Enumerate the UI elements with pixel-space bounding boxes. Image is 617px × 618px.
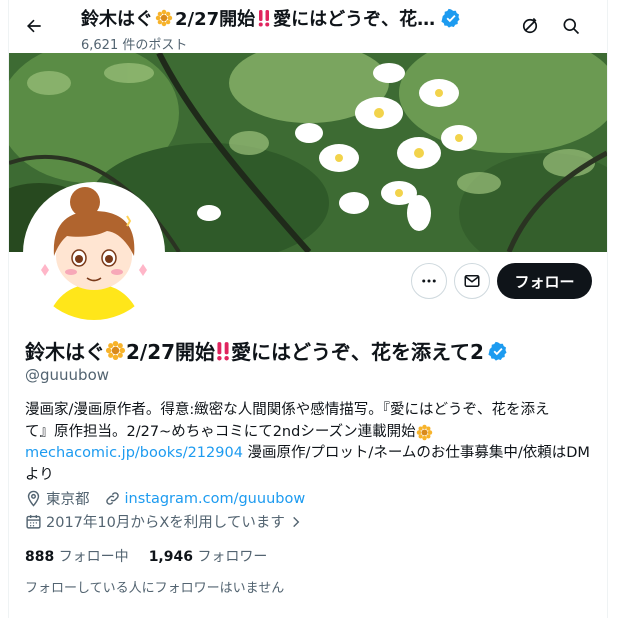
search-button[interactable] xyxy=(554,9,588,43)
bio-line-4: より xyxy=(25,466,54,483)
name-part1: 鈴木はぐ xyxy=(25,340,105,364)
profile-handle: @guuubow xyxy=(25,366,110,384)
joined-text: 2017年10月からXを利用しています xyxy=(46,515,285,531)
profile-meta-row: 東京都 instagram.com/guuubow xyxy=(25,488,305,509)
avatar[interactable] xyxy=(23,182,165,324)
mutual-followers-note: フォローしている人にフォロワーはいません xyxy=(25,581,285,596)
more-icon xyxy=(422,279,436,283)
verified-badge-icon xyxy=(441,8,460,28)
following-count: 888 xyxy=(25,549,55,565)
chevron-right-icon xyxy=(293,516,300,527)
sunflower-emoji xyxy=(155,9,173,27)
header-name-part3: 愛にはどうぞ、花… xyxy=(273,9,436,30)
back-button[interactable] xyxy=(17,9,51,43)
bio-line-2-text: て』原作担当。2/27~めちゃコミにて2ndシーズン連載開始 xyxy=(25,423,416,440)
profile-column: 鈴木はぐ 2/27開始 愛にはどうぞ、花… 6,621 件のポスト フォロー 鈴… xyxy=(8,0,608,618)
avatar-illustration xyxy=(27,186,161,320)
location-text: 東京都 xyxy=(46,492,90,508)
followers-count: 1,946 xyxy=(148,549,193,565)
post-count: 6,621 件のポスト xyxy=(81,38,188,53)
link-icon xyxy=(105,492,119,505)
header-display-name: 鈴木はぐ xyxy=(81,9,153,30)
double-exclamation-emoji xyxy=(258,10,270,27)
sunflower-emoji xyxy=(416,424,432,440)
search-icon xyxy=(563,18,580,35)
more-button[interactable] xyxy=(411,263,447,299)
bio-line-2: て』原作担当。2/27~めちゃコミにて2ndシーズン連載開始 xyxy=(25,422,595,444)
sunflower-emoji xyxy=(105,340,126,361)
joined-row[interactable]: 2017年10月からXを利用しています xyxy=(25,511,303,532)
website-link[interactable]: instagram.com/guuubow xyxy=(125,491,306,507)
back-arrow-icon xyxy=(27,19,41,33)
followers-label: フォロワー xyxy=(197,549,268,565)
follow-button[interactable]: フォロー xyxy=(497,263,592,299)
name-part3: 愛にはどうぞ、花を添えて2 xyxy=(231,340,484,364)
name-part2: 2/27開始 xyxy=(126,340,216,364)
double-exclamation-emoji xyxy=(217,341,229,360)
followers-stat[interactable]: 1,946 フォロワー xyxy=(149,546,268,566)
bio-link[interactable]: mechacomic.jp/books/212904 xyxy=(25,445,243,461)
header-name-part2: 2/27開始 xyxy=(175,9,256,30)
follow-stats: 888 フォロー中 1,946 フォロワー xyxy=(25,546,267,566)
following-label: フォロー中 xyxy=(58,549,129,565)
verified-badge-icon xyxy=(488,341,507,361)
profile-display-name: 鈴木はぐ 2/27開始 愛にはどうぞ、花を添えて2 xyxy=(25,336,508,365)
shield-slash-icon xyxy=(522,17,538,34)
header-title: 鈴木はぐ 2/27開始 愛にはどうぞ、花… xyxy=(81,5,461,31)
message-icon xyxy=(464,275,480,287)
bio-line-1: 漫画家/漫画原作者。得意:緻密な人間関係や感情描写。『愛にはどうぞ、花を添え xyxy=(25,402,550,418)
top-header: 鈴木はぐ 2/27開始 愛にはどうぞ、花… 6,621 件のポスト xyxy=(9,0,607,53)
following-stat[interactable]: 888 フォロー中 xyxy=(25,546,129,566)
calendar-icon xyxy=(26,515,41,529)
profile-bio: 漫画家/漫画原作者。得意:緻密な人間関係や感情描写。『愛にはどうぞ、花を添え て… xyxy=(25,400,595,486)
block-button[interactable] xyxy=(513,9,547,43)
bio-line-3-text: 漫画原作/プロット/ネームのお仕事募集中/依頼はDM xyxy=(242,445,590,461)
message-button[interactable] xyxy=(454,263,490,299)
location-icon xyxy=(27,490,40,507)
bio-line-3: mechacomic.jp/books/212904 漫画原作/プロット/ネーム… xyxy=(25,443,595,465)
